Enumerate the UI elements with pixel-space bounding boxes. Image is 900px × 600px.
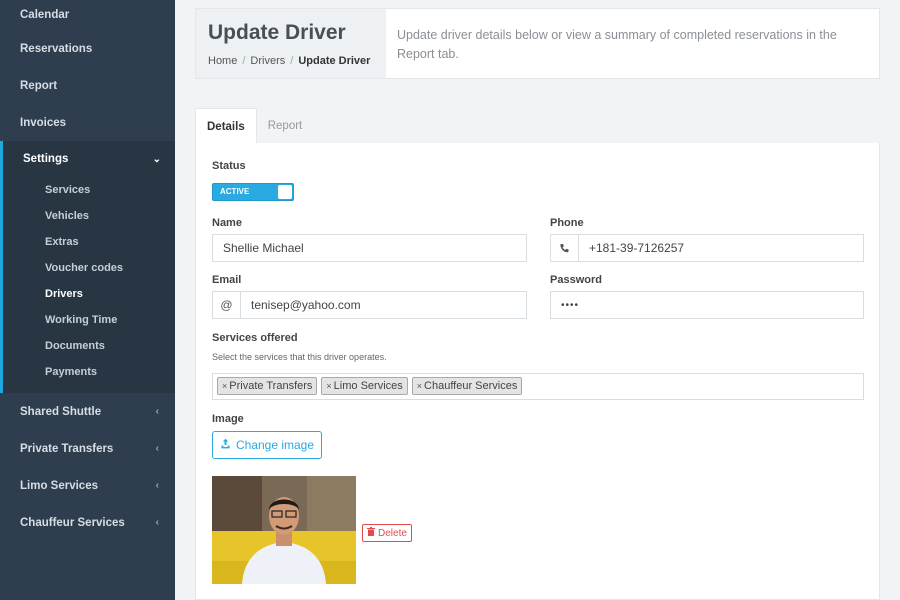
toggle-knob (278, 185, 292, 199)
sidebar-item-label: Invoices (20, 116, 67, 129)
sidebar-subitem-drivers[interactable]: Drivers (3, 281, 175, 307)
chevron-down-icon: ⌄ (152, 153, 161, 165)
page-header: Update Driver Home / Drivers / Update Driver… (195, 8, 880, 79)
service-tag-label: Limo Services (333, 380, 403, 392)
name-field[interactable]: Shellie Michael (212, 234, 527, 262)
remove-tag-icon[interactable]: × (417, 381, 422, 391)
sidebar: Calendar Reservations Report Invoices Se… (0, 0, 175, 600)
breadcrumb-separator: / (242, 55, 246, 67)
services-label: Services offered (212, 332, 298, 344)
sidebar-item-label: Chauffeur Services (20, 516, 125, 529)
sidebar-item-limo-services[interactable]: Limo Services ‹ (0, 467, 175, 504)
chevron-left-icon: ‹ (155, 517, 159, 528)
remove-tag-icon[interactable]: × (222, 381, 227, 391)
chevron-left-icon: ‹ (155, 443, 159, 454)
sidebar-subitem-services[interactable]: Services (3, 177, 175, 203)
sidebar-item-label: Limo Services (20, 479, 98, 492)
sidebar-subitem-working-time[interactable]: Working Time (3, 307, 175, 333)
sidebar-item-label: Settings (23, 153, 69, 165)
image-label: Image (212, 413, 244, 425)
name-label: Name (212, 217, 242, 229)
tab-details[interactable]: Details (195, 108, 257, 144)
sidebar-subitem-vehicles[interactable]: Vehicles (3, 203, 175, 229)
sidebar-item-label: Report (20, 79, 58, 92)
change-image-label: Change image (235, 438, 315, 452)
upload-icon (220, 438, 231, 452)
sidebar-item-label: Private Transfers (20, 442, 114, 455)
sidebar-item-invoices[interactable]: Invoices (0, 104, 175, 141)
services-multiselect[interactable]: × Private Transfers × Limo Services × Chauf… (212, 373, 864, 400)
email-field[interactable]: @ tenisep@yahoo.com (212, 291, 527, 319)
services-hint: Select the services that this driver ope… (212, 352, 387, 362)
password-field[interactable]: •••• (550, 291, 864, 319)
at-icon: @ (213, 292, 241, 318)
page-title: Update Driver (208, 21, 346, 44)
chevron-left-icon: ‹ (155, 406, 159, 417)
phone-field[interactable]: +181-39-7126257 (550, 234, 864, 262)
phone-value: +181-39-7126257 (589, 241, 685, 255)
sidebar-item-chauffeur-services[interactable]: Chauffeur Services ‹ (0, 504, 175, 541)
sidebar-item-shared-shuttle[interactable]: Shared Shuttle ‹ (0, 393, 175, 430)
breadcrumb-drivers[interactable]: Drivers (250, 55, 285, 67)
service-tag: × Limo Services (321, 377, 408, 395)
status-toggle[interactable]: ACTIVE (212, 183, 294, 201)
sidebar-subitem-voucher-codes[interactable]: Voucher codes (3, 255, 175, 281)
tab-bar: Details Report (195, 108, 313, 144)
sidebar-item-calendar[interactable]: Calendar (0, 0, 175, 30)
breadcrumb-separator: / (290, 55, 294, 67)
email-value: tenisep@yahoo.com (251, 298, 361, 312)
trash-icon (367, 527, 375, 539)
remove-tag-icon[interactable]: × (326, 381, 331, 391)
page-header-title-block: Update Driver Home / Drivers / Update Driver (196, 9, 386, 78)
service-tag-label: Private Transfers (229, 380, 313, 392)
delete-image-button[interactable]: Delete (362, 524, 412, 542)
tab-report[interactable]: Report (257, 108, 314, 144)
password-label: Password (550, 274, 602, 286)
driver-form: Status ACTIVE Name Shellie Michael Phone… (195, 143, 880, 600)
password-value: •••• (561, 299, 580, 311)
sidebar-item-report[interactable]: Report (0, 67, 175, 104)
status-label: Status (212, 160, 246, 172)
service-tag: × Private Transfers (217, 377, 318, 395)
name-value: Shellie Michael (223, 241, 304, 255)
breadcrumb-home[interactable]: Home (208, 55, 237, 67)
sidebar-item-label: Shared Shuttle (20, 405, 102, 418)
breadcrumb: Home / Drivers / Update Driver (208, 55, 386, 67)
sidebar-item-private-transfers[interactable]: Private Transfers ‹ (0, 430, 175, 467)
delete-label: Delete (378, 527, 407, 539)
settings-group: Settings ⌄ Services Vehicles Extras Vouc… (0, 141, 175, 393)
service-tag: × Chauffeur Services (411, 377, 523, 395)
page-description: Update driver details below or view a su… (397, 28, 837, 61)
sidebar-subitem-documents[interactable]: Documents (3, 333, 175, 359)
sidebar-subitem-extras[interactable]: Extras (3, 229, 175, 255)
email-label: Email (212, 274, 242, 286)
service-tag-label: Chauffeur Services (424, 380, 518, 392)
breadcrumb-current: Update Driver (298, 55, 371, 67)
sidebar-item-settings[interactable]: Settings ⌄ (3, 141, 175, 177)
sidebar-subitem-payments[interactable]: Payments (3, 359, 175, 385)
change-image-button[interactable]: Change image (212, 431, 322, 459)
phone-label: Phone (550, 217, 584, 229)
sidebar-item-label: Calendar (20, 9, 70, 21)
chevron-left-icon: ‹ (155, 480, 159, 491)
phone-icon (551, 235, 579, 261)
driver-photo (212, 476, 356, 584)
sidebar-item-label: Reservations (20, 42, 93, 55)
sidebar-item-reservations[interactable]: Reservations (0, 30, 175, 67)
status-toggle-text: ACTIVE (220, 187, 250, 196)
